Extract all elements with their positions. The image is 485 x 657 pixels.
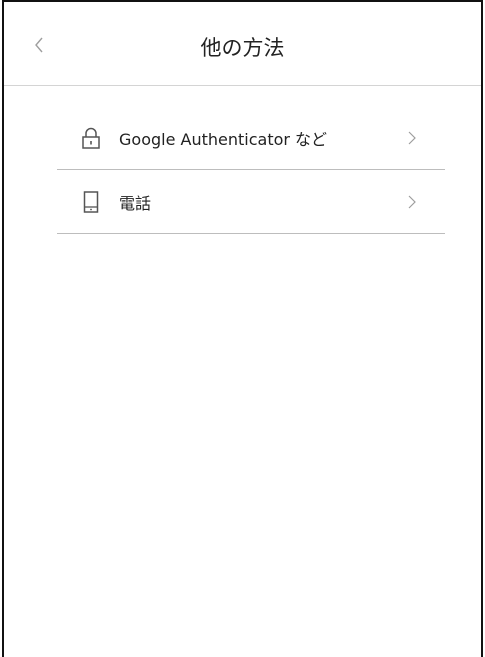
lock-icon [81,127,101,149]
option-authenticator[interactable]: Google Authenticator など [57,106,445,170]
option-phone[interactable]: 電話 [57,170,445,234]
phone-icon [81,190,101,213]
chevron-right-icon [408,131,416,144]
option-label: Google Authenticator など [119,129,328,149]
option-label: 電話 [119,193,152,213]
page-title: 他の方法 [200,36,285,60]
screen: 他の方法 Google Authenticator など 電話 [2,0,483,657]
method-list: Google Authenticator など 電話 [57,106,445,234]
header: 他の方法 [4,2,481,86]
chevron-right-icon [408,195,416,208]
